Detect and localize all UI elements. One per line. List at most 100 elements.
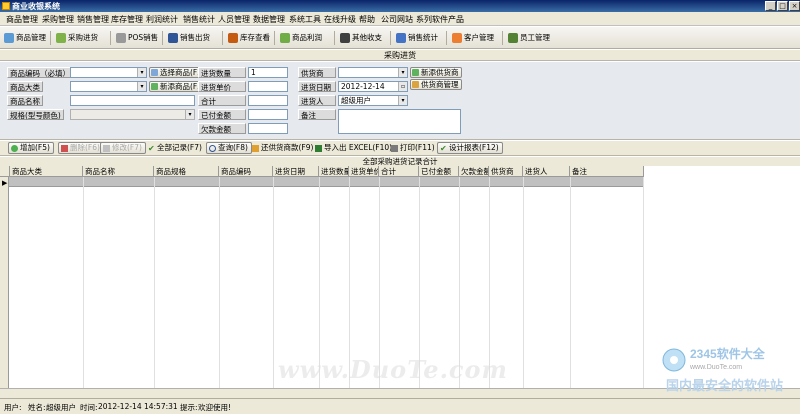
date-label: 进货日期: [298, 81, 336, 92]
menu-sales-stats[interactable]: 销售统计: [183, 14, 215, 25]
watermark-url: www.DuoTe.com: [689, 364, 742, 371]
print-button[interactable]: 打印(F11): [388, 142, 439, 154]
remark-textarea[interactable]: [338, 109, 461, 134]
excel-button[interactable]: 导入出 EXCEL(F10): [312, 142, 396, 154]
minimize-button[interactable]: _: [765, 1, 776, 11]
menu-purchase-mgmt[interactable]: 采购管理: [42, 14, 74, 25]
col-unit-price[interactable]: 进货单价: [349, 166, 379, 177]
toolbar-separator: [446, 31, 447, 45]
printer-icon: [391, 145, 398, 152]
current-row-arrow-icon: ▶: [2, 179, 8, 187]
tb-employee-mgmt-button[interactable]: 员工管理: [508, 30, 550, 46]
date-input[interactable]: 2012-12-14 ▫: [338, 81, 408, 92]
watermark-slogan: 国内最安全的软件站: [666, 378, 783, 393]
query-button[interactable]: 查询(F8): [206, 142, 252, 154]
status-name-label: 姓名:: [28, 403, 46, 412]
col-qty[interactable]: 进货数量: [319, 166, 349, 177]
check-icon: ✔: [148, 144, 155, 153]
menu-system-tools[interactable]: 系统工具: [289, 14, 321, 25]
category-input[interactable]: ▾: [70, 81, 147, 92]
tb-purchase-button[interactable]: 采购进货: [56, 30, 98, 46]
toolbar-separator: [274, 31, 275, 45]
product-code-input[interactable]: ▾: [70, 67, 147, 78]
qty-input[interactable]: 1: [248, 67, 288, 78]
btn-label: 查询(F8): [218, 143, 248, 152]
toolbar-separator: [502, 31, 503, 45]
col-name[interactable]: 商品名称: [83, 166, 154, 177]
col-owed[interactable]: 欠款金额: [459, 166, 489, 177]
buyer-select[interactable]: 超级用户 ▾: [338, 95, 408, 106]
edit-button[interactable]: 修改(F7): [100, 142, 146, 154]
close-button[interactable]: ×: [789, 1, 800, 11]
owed-input[interactable]: [248, 123, 288, 134]
chevron-down-icon[interactable]: ▾: [398, 96, 407, 105]
delete-button[interactable]: 删除(F6): [58, 142, 104, 154]
btn-label: 设计报表(F12): [449, 143, 499, 152]
watermark-brand: 2345软件大全: [690, 346, 766, 361]
menu-online-upgrade[interactable]: 在线升级: [324, 14, 356, 25]
new-supplier-button[interactable]: 新添供货商: [410, 67, 462, 78]
supplier-mgmt-button[interactable]: 供货商管理: [410, 79, 462, 90]
grid-line: [273, 177, 274, 389]
tb-label: 采购进货: [68, 33, 98, 42]
tb-product-profit-button[interactable]: 商品利润: [280, 30, 322, 46]
unit-price-input[interactable]: [248, 81, 288, 92]
col-code[interactable]: 商品编码: [219, 166, 273, 177]
chevron-down-icon[interactable]: ▾: [137, 68, 146, 77]
maximize-button[interactable]: □: [777, 1, 788, 11]
menu-inventory-mgmt[interactable]: 库存管理: [111, 14, 143, 25]
tb-sales-out-button[interactable]: 销售出货: [168, 30, 210, 46]
repay-supplier-button[interactable]: 还供货商款(F9): [249, 142, 317, 154]
btn-label: 导入出 EXCEL(F10): [324, 143, 393, 152]
grid-line: [154, 177, 155, 389]
col-paid[interactable]: 已付金额: [419, 166, 459, 177]
chevron-down-icon[interactable]: ▾: [137, 82, 146, 91]
menu-help[interactable]: 帮助: [359, 14, 375, 25]
chevron-down-icon[interactable]: ▾: [185, 110, 194, 119]
col-supplier[interactable]: 供货商: [489, 166, 523, 177]
tb-other-income-button[interactable]: 其他收支: [340, 30, 382, 46]
table-row[interactable]: [0, 177, 644, 187]
menu-product-mgmt[interactable]: 商品管理: [6, 14, 38, 25]
add-button[interactable]: 增加(F5): [8, 142, 54, 154]
tb-customer-mgmt-button[interactable]: 客户管理: [452, 30, 494, 46]
unit-price-label: 进货单价: [198, 81, 246, 92]
spec-input[interactable]: ▾: [70, 109, 195, 120]
col-date[interactable]: 进货日期: [273, 166, 319, 177]
chevron-down-icon[interactable]: ▾: [398, 68, 407, 77]
supplier-select[interactable]: ▾: [338, 67, 408, 78]
app-icon: [2, 2, 10, 10]
col-buyer[interactable]: 进货人: [523, 166, 570, 177]
qty-label: 进货数量: [198, 67, 246, 78]
tb-stock-view-button[interactable]: 库存查看: [228, 30, 270, 46]
all-records-button[interactable]: ✔ 全部记录(F7): [145, 142, 206, 154]
calendar-icon[interactable]: ▫: [398, 82, 407, 91]
toolbar: 商品管理 采购进货 POS销售 销售出货 库存查看 商品利润 其他收支 销售统计…: [0, 27, 800, 49]
menu-profit-stats[interactable]: 利润统计: [146, 14, 178, 25]
design-report-button[interactable]: ✔ 设计报表(F12): [437, 142, 503, 154]
col-category[interactable]: 商品大类: [10, 166, 83, 177]
menu-software-series[interactable]: 系列软件产品: [416, 14, 464, 25]
grid-line: [83, 177, 84, 389]
tb-label: 员工管理: [520, 33, 550, 42]
tb-sales-stats-button[interactable]: 销售统计: [396, 30, 438, 46]
paid-label: 已付金额: [198, 109, 246, 120]
col-spec[interactable]: 商品规格: [154, 166, 219, 177]
menu-sales-mgmt[interactable]: 销售管理: [77, 14, 109, 25]
total-input[interactable]: [248, 95, 288, 106]
menu-data-mgmt[interactable]: 数据管理: [253, 14, 285, 25]
btn-label: 修改(F7): [112, 143, 142, 152]
toolbar-separator: [50, 31, 51, 45]
name-input[interactable]: [70, 95, 195, 106]
tb-pos-button[interactable]: POS销售: [116, 30, 158, 46]
col-total[interactable]: 合计: [379, 166, 419, 177]
tb-product-mgmt-button[interactable]: 商品管理: [4, 30, 46, 46]
menu-staff-mgmt[interactable]: 人员管理: [218, 14, 250, 25]
edit-icon: [103, 145, 110, 152]
menu-company-site[interactable]: 公司网站: [381, 14, 413, 25]
status-user-label: 用户:: [4, 403, 22, 412]
row-header-column: [0, 177, 9, 389]
col-remark[interactable]: 备注: [570, 166, 644, 177]
sales-icon: [168, 33, 178, 43]
paid-input[interactable]: [248, 109, 288, 120]
